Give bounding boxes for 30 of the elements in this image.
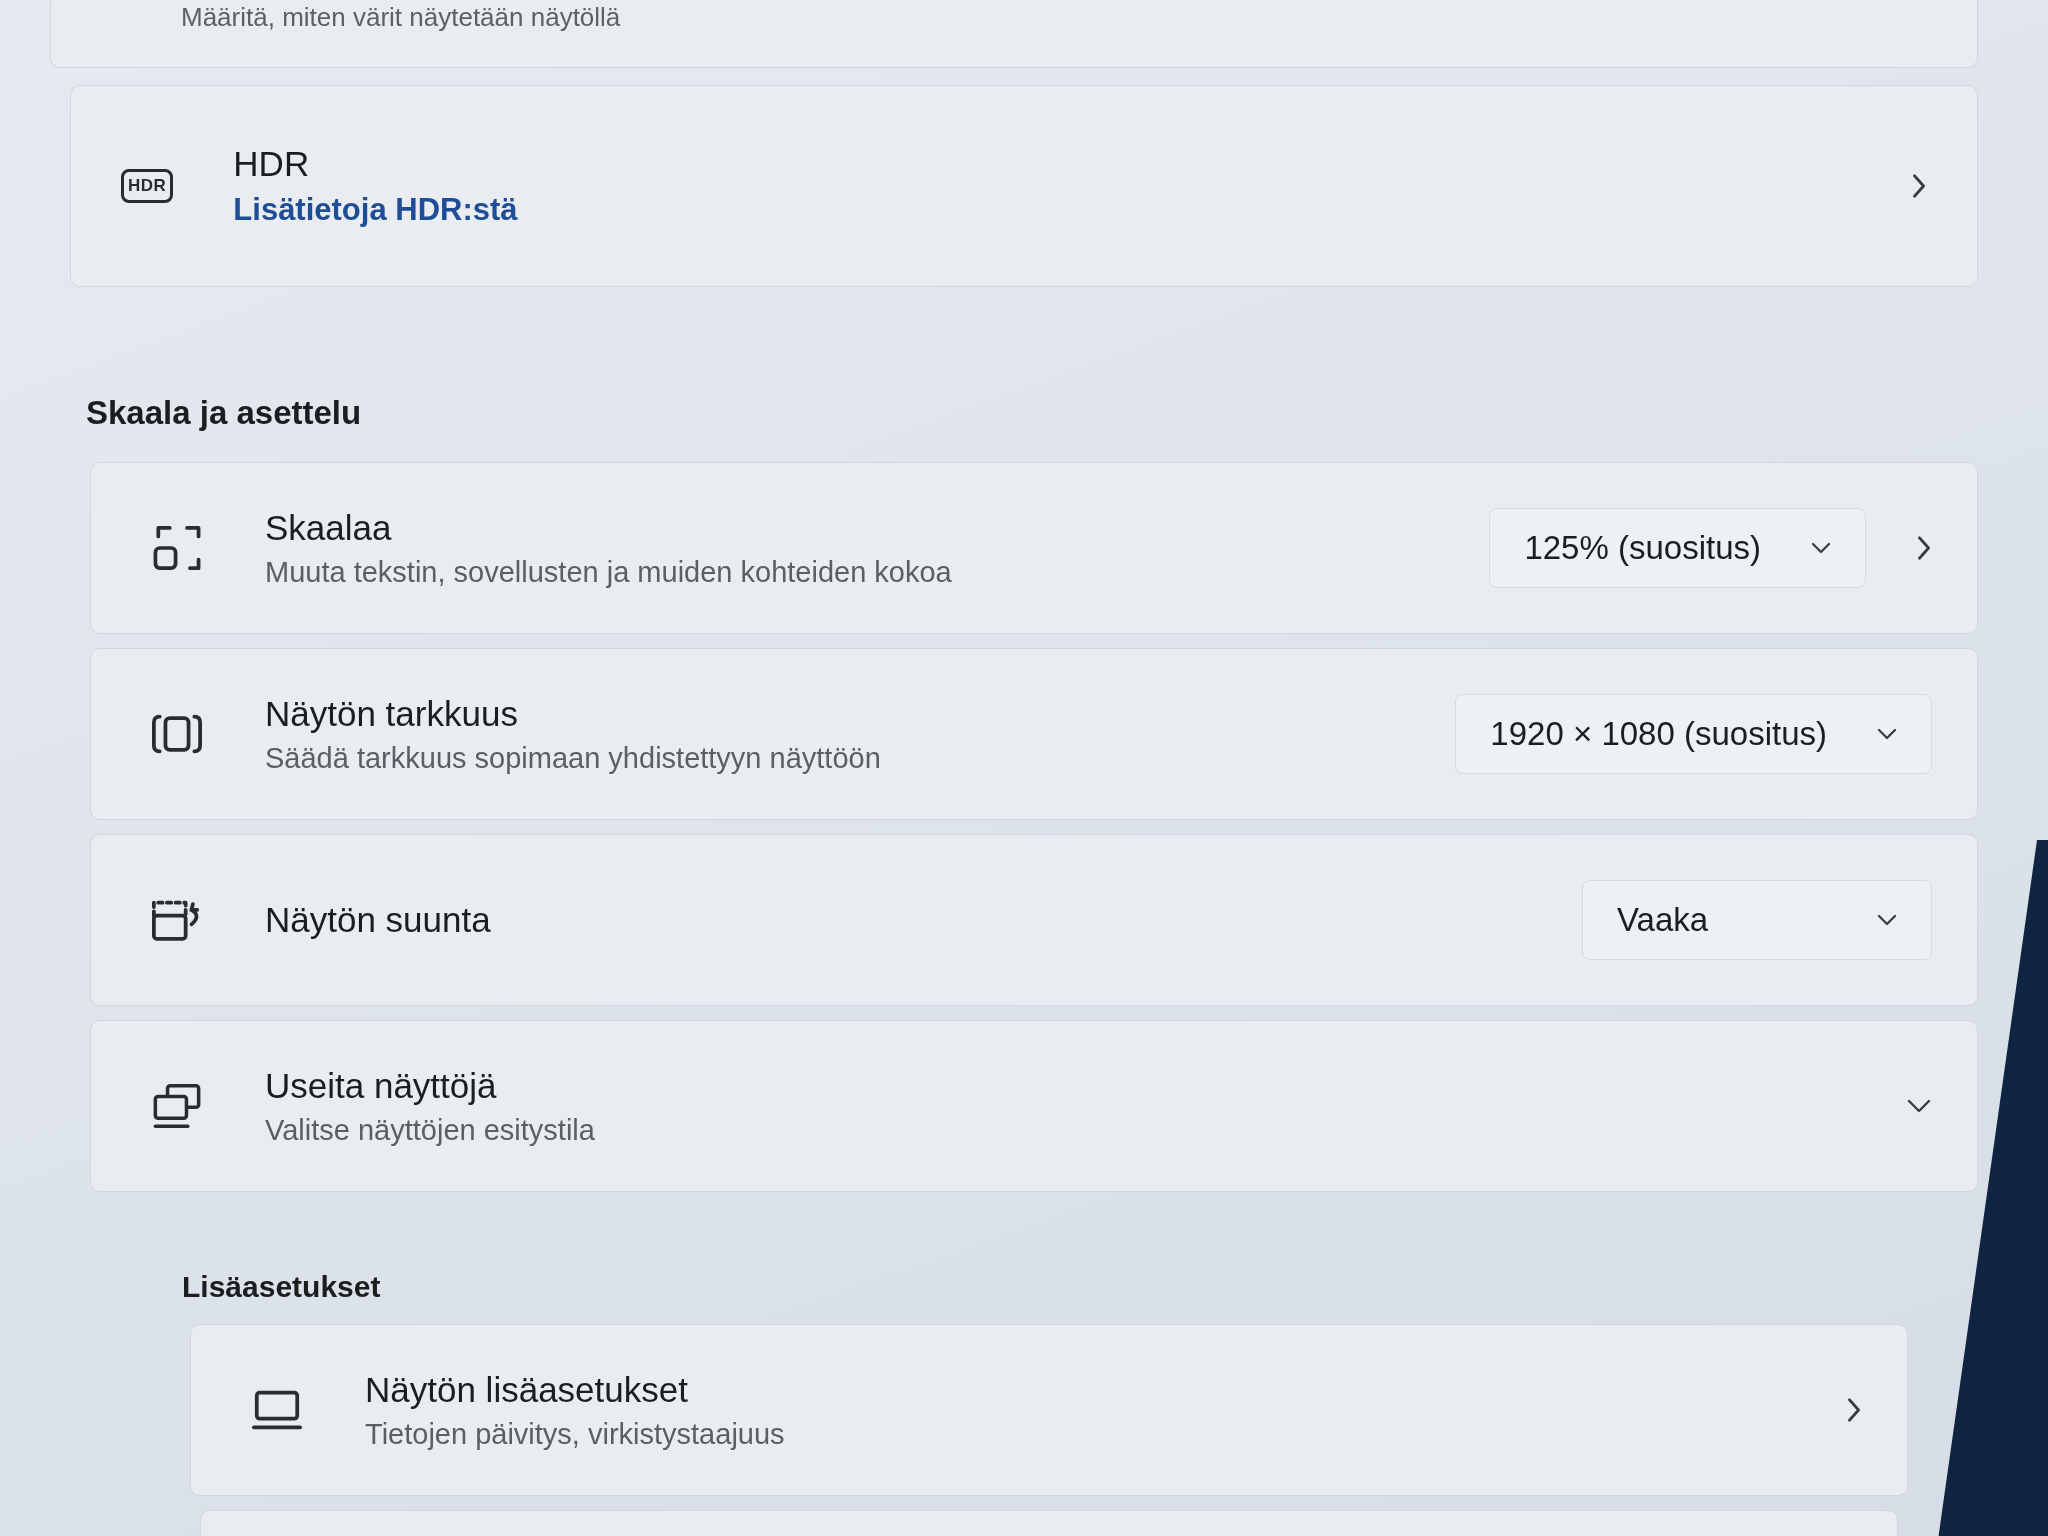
- settings-card[interactable]: HDR HDR Lisätietoja HDR:stä: [70, 85, 1978, 287]
- hdr-badge: HDR: [121, 169, 174, 203]
- dropdown[interactable]: 1920 × 1080 (suositus): [1455, 694, 1932, 774]
- settings-card[interactable]: Näytön lisäasetukset Tietojen päivitys, virkistystaajuus: [190, 1324, 1908, 1496]
- setting-title: Skaalaa: [265, 507, 393, 548]
- setting-title: Näytön lisäasetukset: [365, 1369, 689, 1410]
- dropdown[interactable]: 125% (suositus): [1489, 508, 1866, 588]
- setting-description: Muuta tekstin, sovellusten ja muiden kohteiden kokoa: [265, 555, 953, 589]
- settings-card[interactable]: Skaalaa Muuta tekstin, sovellusten ja muiden kohteiden kokoa 125% (suositus): [90, 462, 1978, 634]
- setting-title: Näytön tarkkuus: [265, 693, 519, 734]
- setting-description: Valitse näyttöjen esitystila: [265, 1113, 596, 1147]
- setting-title: Useita näyttöjä: [265, 1065, 498, 1106]
- setting-description: Määritä, miten värit näytetään näytöllä: [181, 2, 621, 33]
- settings-card[interactable]: Useita näyttöjä Valitse näyttöjen esitystila: [90, 1020, 1978, 1192]
- setting-description: Säädä tarkkuus sopimaan yhdistettyyn näyttöön: [265, 741, 882, 775]
- dropdown[interactable]: Vaaka: [1582, 880, 1932, 960]
- learn-more-link[interactable]: Lisätietoja HDR:stä: [233, 192, 1861, 228]
- setting-description: Tietojen päivitys, virkistystaajuus: [365, 1417, 786, 1451]
- chevron-down-icon: [1877, 728, 1897, 740]
- setting-title: Näytön suunta: [265, 900, 492, 940]
- chevron-right-icon: [1846, 1396, 1862, 1424]
- chevron-right-icon: [1911, 172, 1927, 200]
- setting-title: HDR: [233, 144, 311, 184]
- resize-corners-icon: [151, 525, 203, 571]
- section-heading: Skaala ja asettelu: [86, 394, 363, 432]
- chevron-right-icon: [1916, 534, 1932, 562]
- two-screens-icon: [151, 1083, 203, 1129]
- chevron-down-icon: [1811, 542, 1831, 554]
- section-heading: Lisäasetukset: [182, 1270, 382, 1304]
- chevron-down-icon: [1877, 914, 1897, 926]
